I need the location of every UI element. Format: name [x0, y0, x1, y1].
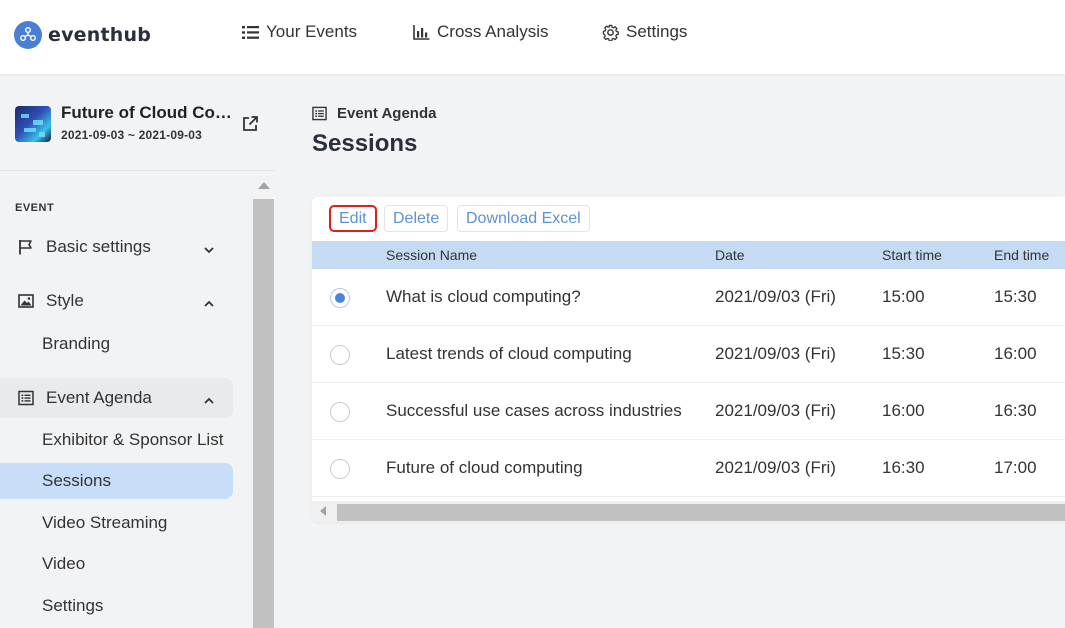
end-time-cell: 17:00: [994, 458, 1037, 477]
start-time-cell: 15:30: [882, 344, 925, 363]
event-thumbnail: [15, 106, 51, 142]
bar-chart-icon: [413, 24, 430, 40]
nav-cross-analysis[interactable]: Cross Analysis: [413, 22, 548, 42]
table-horizontal-scrollbar[interactable]: [312, 501, 1065, 522]
sidebar-group-label: Style: [46, 291, 84, 310]
column-header-start-time[interactable]: Start time: [882, 247, 942, 263]
breadcrumb: Event Agenda: [312, 105, 436, 122]
eventhub-logo[interactable]: eventhub: [14, 21, 151, 49]
edit-button[interactable]: Edit: [329, 205, 377, 232]
sidebar-item-video[interactable]: Video: [0, 546, 233, 582]
download-excel-button[interactable]: Download Excel: [457, 205, 590, 232]
date-cell: 2021/09/03 (Fri): [715, 344, 836, 363]
table-toolbar: Edit Delete Download Excel: [312, 197, 1065, 241]
sidebar-group-basic-settings[interactable]: Basic settings: [0, 227, 233, 267]
nav-settings[interactable]: Settings: [602, 22, 687, 42]
list-icon: [242, 25, 259, 40]
sidebar-item-exhibitor-sponsor-list[interactable]: Exhibitor & Sponsor List: [0, 422, 233, 458]
page-title: Sessions: [312, 130, 418, 157]
end-time-cell: 16:00: [994, 344, 1037, 363]
session-name-cell: Latest trends of cloud computing: [386, 344, 632, 363]
gear-icon: [602, 24, 619, 41]
list-icon: [312, 106, 327, 121]
sidebar-item-branding[interactable]: Branding: [0, 326, 233, 362]
start-time-cell: 16:30: [882, 458, 925, 477]
sidebar-item-sessions[interactable]: Sessions: [0, 463, 233, 499]
external-link-icon[interactable]: [241, 115, 259, 133]
sidebar-item-label: Settings: [42, 596, 104, 615]
nav-your-events[interactable]: Your Events: [242, 22, 357, 42]
date-cell: 2021/09/03 (Fri): [715, 401, 836, 420]
date-cell: 2021/09/03 (Fri): [715, 287, 836, 306]
end-time-cell: 16:30: [994, 401, 1037, 420]
logo-text: eventhub: [48, 24, 152, 46]
scroll-left-arrow-icon[interactable]: [320, 506, 326, 516]
nav-label: Settings: [626, 22, 688, 41]
top-navbar: eventhub Your Events Cross Analysis Sett…: [0, 0, 1065, 74]
event-title: Future of Cloud Computing: [61, 103, 233, 122]
scroll-up-arrow-icon[interactable]: [258, 182, 270, 189]
chevron-up-icon: [203, 295, 215, 307]
horizontal-scrollbar-thumb[interactable]: [337, 504, 1065, 521]
section-label: EVENT: [15, 202, 55, 214]
sidebar-item-label: Video: [42, 554, 86, 573]
chevron-up-icon: [203, 392, 215, 404]
row-select-radio[interactable]: [330, 459, 350, 479]
session-name-cell: Future of cloud computing: [386, 458, 583, 477]
sidebar-scrollbar-thumb[interactable]: [253, 199, 274, 628]
table-row[interactable]: Successful use cases across industries 2…: [312, 383, 1065, 440]
table-row[interactable]: Future of cloud computing 2021/09/03 (Fr…: [312, 440, 1065, 497]
row-select-radio[interactable]: [330, 402, 350, 422]
end-time-cell: 15:30: [994, 287, 1037, 306]
table-header: Session Name Date Start time End time: [312, 241, 1065, 269]
table-row[interactable]: Latest trends of cloud computing 2021/09…: [312, 326, 1065, 383]
sidebar-menu: EVENT Basic settings Style Branding Even…: [0, 172, 253, 628]
row-select-radio[interactable]: [330, 288, 350, 308]
sidebar-scrollbar[interactable]: [253, 172, 274, 628]
session-name-cell: Successful use cases across industries: [386, 401, 682, 420]
session-name-cell: What is cloud computing?: [386, 287, 581, 306]
sidebar: Future of Cloud Computing 2021-09-03 ~ 2…: [0, 74, 275, 628]
sidebar-group-label: Event Agenda: [46, 388, 152, 407]
sidebar-item-settings[interactable]: Settings: [0, 588, 233, 624]
sidebar-item-label: Sessions: [42, 471, 111, 490]
sidebar-item-label: Video Streaming: [42, 513, 168, 532]
sessions-panel: Edit Delete Download Excel Session Name …: [312, 197, 1065, 522]
date-cell: 2021/09/03 (Fri): [715, 458, 836, 477]
flag-icon: [18, 239, 34, 255]
list-icon: [18, 390, 34, 406]
table-row[interactable]: What is cloud computing? 2021/09/03 (Fri…: [312, 269, 1065, 326]
column-header-date[interactable]: Date: [715, 247, 745, 263]
delete-button[interactable]: Delete: [384, 205, 449, 232]
image-icon: [18, 293, 34, 309]
start-time-cell: 15:00: [882, 287, 925, 306]
logo-mark-icon: [14, 21, 42, 49]
sidebar-item-label: Exhibitor & Sponsor List: [42, 430, 224, 449]
sidebar-group-style[interactable]: Style: [0, 281, 233, 321]
event-dates: 2021-09-03 ~ 2021-09-03: [61, 128, 203, 142]
event-card: Future of Cloud Computing 2021-09-03 ~ 2…: [0, 74, 275, 171]
start-time-cell: 16:00: [882, 401, 925, 420]
column-header-session-name[interactable]: Session Name: [386, 247, 477, 263]
nav-label: Cross Analysis: [437, 22, 549, 41]
breadcrumb-label: Event Agenda: [337, 105, 437, 122]
sidebar-item-label: Branding: [42, 334, 111, 353]
column-header-end-time[interactable]: End time: [994, 247, 1049, 263]
sidebar-item-video-streaming[interactable]: Video Streaming: [0, 505, 233, 541]
sidebar-group-event-agenda[interactable]: Event Agenda: [0, 378, 233, 418]
chevron-down-icon: [203, 241, 215, 254]
row-select-radio[interactable]: [330, 345, 350, 365]
nav-label: Your Events: [266, 22, 358, 41]
sidebar-group-label: Basic settings: [46, 237, 151, 256]
